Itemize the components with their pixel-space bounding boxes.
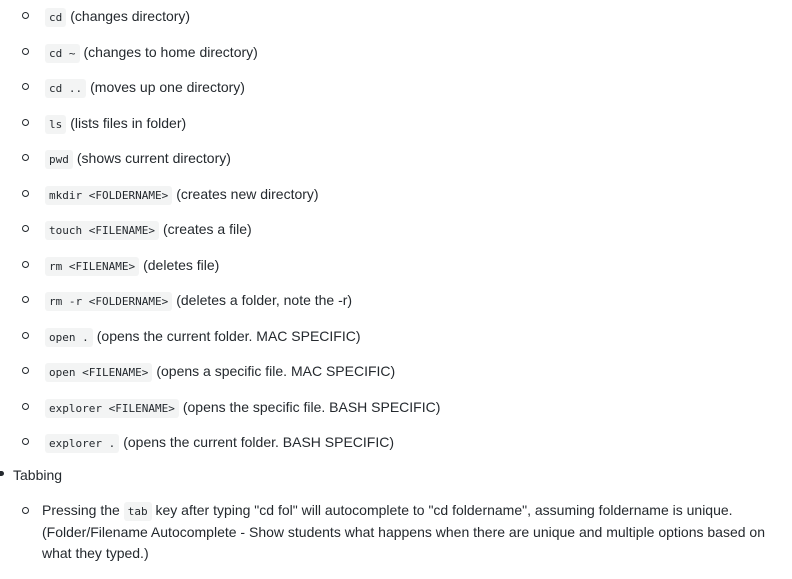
bullet-icon — [22, 225, 29, 232]
inline-code: touch <FILENAME> — [45, 221, 159, 240]
bullet-icon — [22, 296, 29, 303]
bullet-icon — [22, 261, 29, 268]
command-description: (deletes file) — [143, 257, 220, 273]
list-item: touch <FILENAME> (creates a file) — [45, 218, 252, 240]
list-item: explorer <FILENAME> (opens the specific f… — [45, 396, 440, 418]
command-description: (shows current directory) — [76, 150, 231, 166]
list-item: cd ~ (changes to home directory) — [45, 41, 258, 63]
bullet-icon — [22, 12, 29, 19]
list-item: open . (opens the current folder. MAC SPE… — [45, 325, 361, 347]
list-item: mkdir <FOLDERNAME> (creates new directory… — [45, 183, 319, 205]
list-item: ls (lists files in folder) — [45, 112, 186, 134]
inline-code: explorer <FILENAME> — [45, 399, 179, 418]
list-item: cd .. (moves up one directory) — [45, 76, 245, 98]
inline-code: open <FILENAME> — [45, 363, 153, 382]
bullet-icon — [22, 403, 29, 410]
inline-code: rm <FILENAME> — [45, 257, 140, 276]
list-item: open <FILENAME> (opens a specific file. M… — [45, 360, 395, 382]
bullet-icon — [22, 507, 29, 514]
inline-code: ls — [45, 115, 67, 134]
bullet-icon — [22, 119, 29, 126]
list-item-tabbing: Pressing the tab key after typing "cd fo… — [42, 500, 782, 564]
bullet-icon — [22, 190, 29, 197]
item-text-prefix: Pressing the — [42, 502, 120, 518]
list-item: cd (changes directory) — [45, 5, 190, 27]
inline-code: rm -r <FOLDERNAME> — [45, 292, 173, 311]
bullet-icon — [22, 438, 29, 445]
list-item: rm <FILENAME> (deletes file) — [45, 254, 219, 276]
bullet-icon — [22, 367, 29, 374]
inline-code: mkdir <FOLDERNAME> — [45, 186, 173, 205]
command-description: (creates new directory) — [176, 186, 319, 202]
command-description: (lists files in folder) — [70, 115, 187, 131]
bullet-icon — [22, 83, 29, 90]
inline-code: cd .. — [45, 79, 87, 98]
command-description: (opens the current folder. BASH SPECIFIC… — [123, 434, 395, 450]
inline-code: explorer . — [45, 434, 120, 453]
command-description: (moves up one directory) — [90, 79, 245, 95]
command-description: (changes to home directory) — [83, 44, 258, 60]
command-description: (opens the current folder. MAC SPECIFIC) — [96, 328, 361, 344]
section-heading-tabbing: Tabbing — [13, 467, 63, 483]
inline-code: cd — [45, 8, 67, 27]
list-item: pwd (shows current directory) — [45, 147, 231, 169]
list-item: explorer . (opens the current folder. BAS… — [45, 431, 394, 453]
inline-code: pwd — [45, 150, 73, 169]
inline-code: cd ~ — [45, 44, 80, 63]
inline-code: open . — [45, 328, 93, 347]
list-item: rm -r <FOLDERNAME> (deletes a folder, not… — [45, 289, 352, 311]
command-description: (deletes a folder, note the -r) — [176, 292, 353, 308]
command-description: (changes directory) — [70, 8, 191, 24]
bullet-icon — [22, 48, 29, 55]
command-description: (opens the specific file. BASH SPECIFIC) — [182, 399, 441, 415]
bullet-icon — [22, 154, 29, 161]
command-description: (opens a specific file. MAC SPECIFIC) — [156, 363, 396, 379]
command-description: (creates a file) — [162, 221, 252, 237]
inline-code: tab — [123, 502, 152, 521]
bullet-icon — [22, 332, 29, 339]
bullet-icon — [0, 471, 4, 476]
